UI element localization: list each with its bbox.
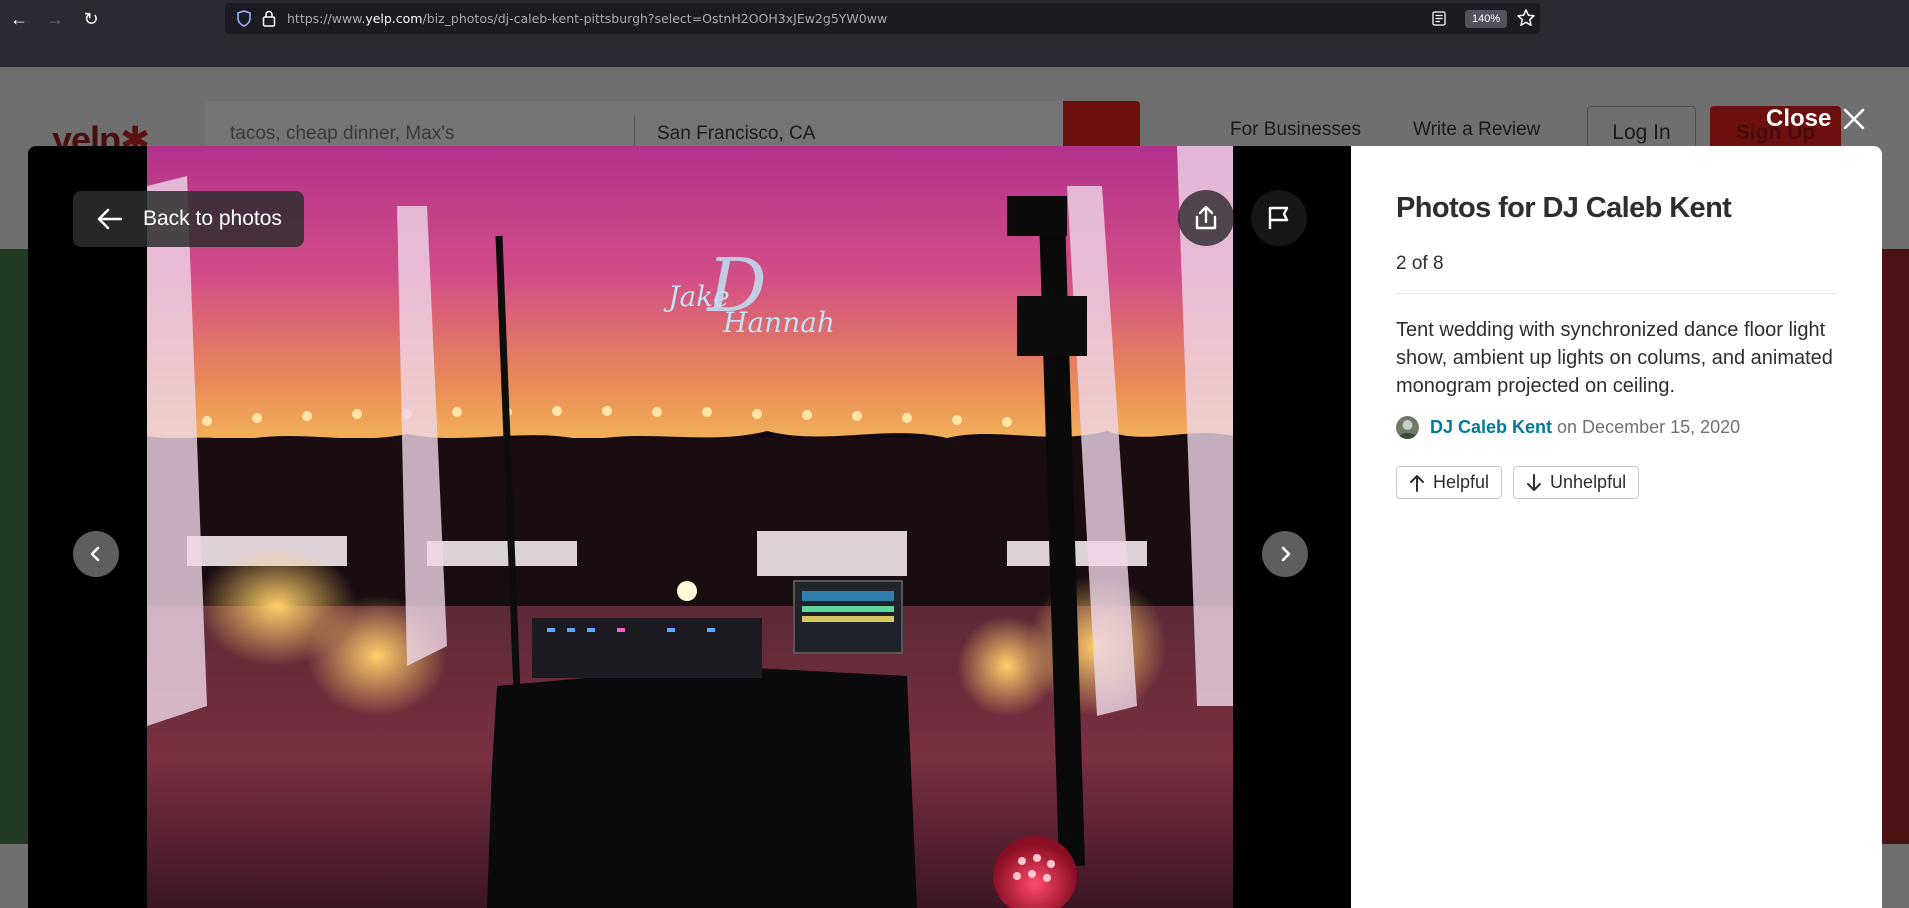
arrow-down-icon [1527,473,1542,491]
monogram-name-bottom: Hannah [722,306,835,339]
lock-icon[interactable] [262,10,276,27]
browser-toolbar: ← → ↻ https://www.yelp.com/biz_photos/dj… [0,0,1909,67]
for-businesses-link: For Businesses [1230,119,1361,140]
chevron-right-icon [1281,546,1291,562]
photo-viewer: D Jake Hannah Back to photos [28,146,1351,908]
unhelpful-button[interactable]: Unhelpful [1513,466,1640,499]
back-to-photos-button[interactable]: Back to photos [73,191,304,247]
previous-photo-button[interactable] [73,531,119,577]
report-button[interactable] [1251,190,1307,246]
shield-icon[interactable] [236,10,252,27]
author-link[interactable]: DJ Caleb Kent [1430,417,1552,438]
chevron-left-icon [90,546,100,562]
location-field: San Francisco, CA [657,123,816,144]
close-button[interactable]: Close [1766,104,1867,134]
share-icon [1195,205,1217,230]
bookmark-star-icon[interactable] [1516,8,1536,28]
forward-nav-icon[interactable]: → [42,6,68,32]
photo-modal: D Jake Hannah Back to photos Photos for … [28,146,1882,908]
write-review-link: Write a Review [1413,119,1541,140]
back-nav-icon[interactable]: ← [6,6,32,32]
url-text[interactable]: https://www.yelp.com/biz_photos/dj-caleb… [287,11,887,26]
vote-buttons: Helpful Unhelpful [1396,466,1837,499]
reader-view-icon[interactable] [1432,11,1446,26]
arrow-up-icon [1410,474,1424,492]
photo-counter: 2 of 8 [1396,253,1837,294]
avatar[interactable] [1396,416,1419,439]
reload-icon[interactable]: ↻ [78,6,104,32]
share-button[interactable] [1178,190,1234,246]
unhelpful-label: Unhelpful [1550,472,1627,492]
photo-byline: DJ Caleb Kent on December 15, 2020 [1396,416,1837,439]
back-to-photos-label: Back to photos [143,207,282,230]
next-photo-button[interactable] [1262,531,1308,577]
close-icon [1844,108,1865,130]
address-bar[interactable]: https://www.yelp.com/biz_photos/dj-caleb… [225,3,1540,34]
helpful-button[interactable]: Helpful [1396,466,1503,499]
helpful-label: Helpful [1433,472,1490,492]
zoom-level[interactable]: 140% [1465,10,1508,28]
photo-details-panel: Photos for DJ Caleb Kent 2 of 8 Tent wed… [1351,146,1882,908]
arrow-left-icon [97,208,123,230]
dj-setup-photo: D Jake Hannah [147,146,1233,908]
flag-icon [1268,206,1289,229]
search-placeholder: tacos, cheap dinner, Max's [230,123,455,144]
photo-date: on December 15, 2020 [1557,417,1741,437]
page-title: Photos for DJ Caleb Kent [1396,192,1732,224]
photo-caption: Tent wedding with synchronized dance flo… [1396,319,1833,397]
monogram-name-top: Jake [663,280,729,313]
close-label: Close [1766,105,1832,132]
